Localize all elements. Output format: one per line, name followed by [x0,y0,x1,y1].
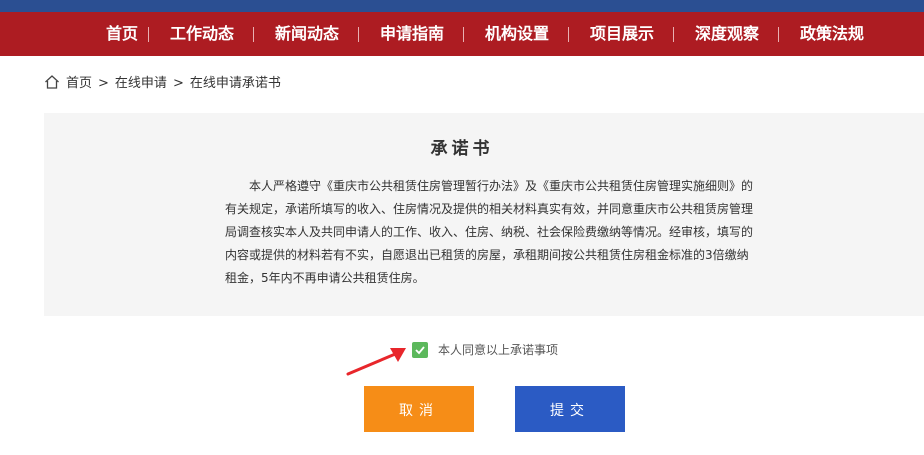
nav-item-home[interactable]: 首页 [106,12,138,56]
nav-divider [568,27,569,42]
nav-item-policy[interactable]: 政策法规 [800,12,864,56]
cancel-button[interactable]: 取消 [364,386,474,432]
agree-label[interactable]: 本人同意以上承诺事项 [438,343,558,357]
submit-button[interactable]: 提交 [515,386,625,432]
home-icon [44,74,60,97]
breadcrumb-current: 在线申请承诺书 [189,76,281,91]
nav-divider [673,27,674,42]
pledge-title: 承诺书 [430,139,494,159]
nav-item-organization[interactable]: 机构设置 [485,12,549,56]
nav-item-news[interactable]: 新闻动态 [275,12,339,56]
nav-item-projects[interactable]: 项目展示 [590,12,654,56]
agree-row: 本人同意以上承诺事项 [412,341,558,359]
nav-divider [253,27,254,42]
nav-item-guide[interactable]: 申请指南 [380,12,444,56]
agree-checkbox[interactable] [412,342,428,358]
pledge-body: 本人严格遵守《重庆市公共租赁住房管理暂行办法》及《重庆市公共租赁住房管理实施细则… [225,179,754,285]
nav-divider [778,27,779,42]
nav-divider [463,27,464,42]
breadcrumb-online-apply[interactable]: 在线申请 [115,76,167,91]
breadcrumb-separator: > [172,76,184,91]
nav-divider [148,27,149,42]
breadcrumb: 首页 > 在线申请 > 在线申请承诺书 [44,74,281,94]
nav-item-work-news[interactable]: 工作动态 [170,12,234,56]
nav-divider [358,27,359,42]
checkmark-icon [415,346,425,355]
breadcrumb-separator: > [98,76,109,91]
breadcrumb-home[interactable]: 首页 [66,76,92,91]
main-nav: 首页 工作动态 新闻动态 申请指南 机构设置 项目展示 深度观察 政策法规 [0,12,924,56]
header-banner-strip [0,0,924,12]
red-arrow-annotation [346,348,406,376]
nav-item-insight[interactable]: 深度观察 [695,12,759,56]
